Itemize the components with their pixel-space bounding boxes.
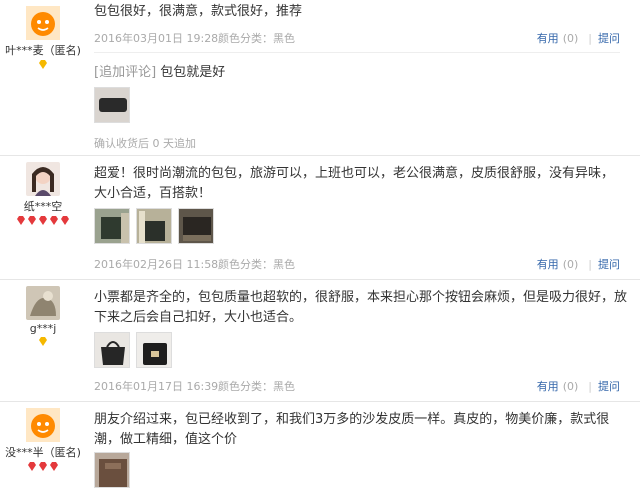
buyer-rank	[0, 60, 86, 70]
review-photos	[94, 452, 130, 488]
diamond-rank-icon	[39, 60, 47, 69]
review-content: 朋友介绍过来，包已经收到了，和我们3万多的沙发皮质一样。真皮的，物美价廉，款式很…	[94, 402, 630, 488]
username: 纸***空	[23, 200, 63, 213]
ask-button[interactable]: 提问	[598, 380, 620, 393]
review-content: 小票都是齐全的，包包质量也超软的，很舒服，本来担心那个按钮会麻烦，但是吸力很好，…	[94, 280, 630, 402]
ask-button[interactable]: 提问	[598, 258, 620, 271]
username: g***j	[29, 322, 57, 335]
ask-button[interactable]: 提问	[598, 32, 620, 45]
review-text: 小票都是齐全的，包包质量也超软的，很舒服，本来担心那个按钮会麻烦，但是吸力很好，…	[94, 290, 628, 325]
diamond-rank-icon	[39, 216, 47, 225]
review-user: 叶***麦（匿名)	[0, 6, 86, 70]
diamond-rank-icon	[50, 462, 58, 471]
review-user: 纸***空	[0, 162, 86, 226]
useful-button[interactable]: 有用	[537, 32, 559, 45]
user-photo-avatar[interactable]	[26, 286, 60, 320]
review-photo[interactable]	[136, 208, 172, 244]
review-item: 没***半（匿名) 朋友介绍过来，包已经收到了，和我们3万多的沙发皮质一样。真皮…	[0, 402, 640, 488]
useful-count: (0)	[562, 258, 579, 271]
review-photos	[94, 87, 130, 123]
review-photos	[94, 332, 172, 368]
useful-button[interactable]: 有用	[537, 258, 559, 271]
diamond-rank-icon	[50, 216, 58, 225]
review-content: 超爱！很时尚潮流的包包，旅游可以，上班也可以，老公很满意，皮质很舒服，没有异味，…	[94, 156, 630, 280]
append-text: 包包就是好	[160, 65, 226, 80]
review-actions: 有用 (0) | 提问	[537, 30, 620, 46]
review-list: 叶***麦（匿名) 包包很好，很满意，款式很好，推荐 2016年03月01日 1…	[0, 0, 640, 488]
review-photo[interactable]	[136, 332, 172, 368]
review-actions: 有用 (0) | 提问	[537, 378, 620, 394]
username: 叶***麦（匿名)	[5, 44, 81, 57]
useful-count: (0)	[562, 380, 579, 393]
useful-count: (0)	[562, 32, 579, 45]
diamond-rank-icon	[39, 462, 47, 471]
user-photo-avatar[interactable]	[26, 162, 60, 196]
review-date: 2016年01月17日 16:39	[94, 380, 219, 393]
review-photo[interactable]	[94, 332, 130, 368]
appended-review: [追加评论] 包包就是好 确认收货后 0 天追加	[94, 52, 620, 153]
append-tag: [追加评论]	[94, 65, 157, 80]
action-divider: |	[588, 258, 592, 271]
default-avatar-icon[interactable]	[26, 408, 60, 442]
append-after-label: 确认收货后 0 天追加	[94, 137, 196, 150]
review-text: 超爱！很时尚潮流的包包，旅游可以，上班也可以，老公很满意，皮质很舒服，没有异味，…	[94, 166, 615, 201]
review-sku: 颜色分类：黑色	[218, 380, 295, 393]
review-date: 2016年02月26日 11:58	[94, 258, 219, 271]
review-sku: 颜色分类：黑色	[218, 32, 295, 45]
review-meta: 2016年03月01日 19:28 颜色分类：黑色 有用 (0) | 提问	[94, 30, 630, 46]
username: 没***半（匿名)	[5, 446, 81, 459]
review-meta: 2016年02月26日 11:58 颜色分类：黑色 有用 (0) | 提问	[94, 256, 630, 272]
review-user: 没***半（匿名)	[0, 408, 86, 472]
review-user: g***j	[0, 286, 86, 347]
review-text: 朋友介绍过来，包已经收到了，和我们3万多的沙发皮质一样。真皮的，物美价廉，款式很…	[94, 412, 610, 447]
review-photo[interactable]	[94, 87, 130, 123]
review-item: 纸***空 超爱！很时尚潮流的包包，旅游可以，上班也可以，老公很满意，皮质很舒服…	[0, 156, 640, 280]
review-text: 包包很好，很满意，款式很好，推荐	[94, 4, 303, 19]
review-item: 叶***麦（匿名) 包包很好，很满意，款式很好，推荐 2016年03月01日 1…	[0, 0, 640, 156]
review-photo[interactable]	[178, 208, 214, 244]
default-avatar-icon[interactable]	[26, 6, 60, 40]
review-content: 包包很好，很满意，款式很好，推荐 2016年03月01日 19:28 颜色分类：…	[94, 0, 630, 156]
useful-button[interactable]: 有用	[537, 380, 559, 393]
diamond-rank-icon	[39, 337, 47, 346]
diamond-rank-icon	[17, 216, 25, 225]
review-photo[interactable]	[94, 208, 130, 244]
review-photos	[94, 208, 214, 244]
action-divider: |	[588, 380, 592, 393]
review-photo[interactable]	[94, 452, 130, 488]
action-divider: |	[588, 32, 592, 45]
diamond-rank-icon	[28, 216, 36, 225]
review-item: g***j 小票都是齐全的，包包质量也超软的，很舒服，本来担心那个按钮会麻烦，但…	[0, 280, 640, 402]
review-date: 2016年03月01日 19:28	[94, 32, 219, 45]
appended-line: [追加评论] 包包就是好	[94, 61, 225, 80]
review-meta: 2016年01月17日 16:39 颜色分类：黑色 有用 (0) | 提问	[94, 378, 630, 394]
review-sku: 颜色分类：黑色	[218, 258, 295, 271]
buyer-rank	[0, 216, 86, 226]
buyer-rank	[0, 337, 86, 347]
diamond-rank-icon	[28, 462, 36, 471]
diamond-rank-icon	[61, 216, 69, 225]
buyer-rank	[0, 462, 86, 472]
review-actions: 有用 (0) | 提问	[537, 256, 620, 272]
